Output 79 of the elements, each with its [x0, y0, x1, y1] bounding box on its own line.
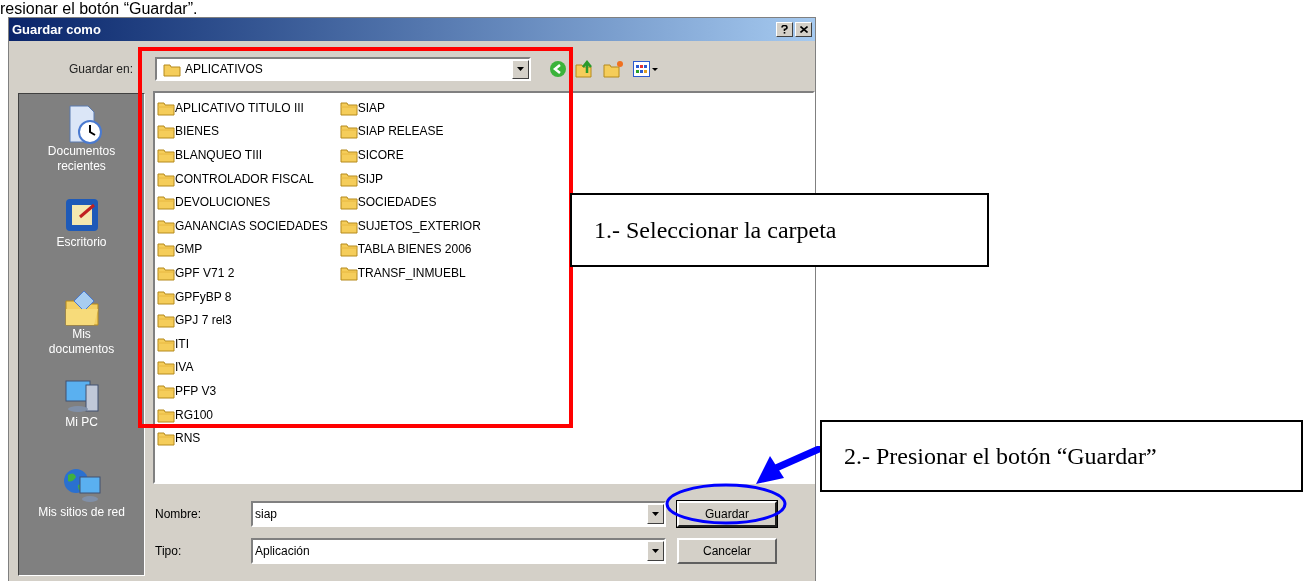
folder-name[interactable]: GMP: [175, 240, 203, 259]
location-dropdown[interactable]: APLICATIVOS: [155, 57, 531, 81]
folder-name[interactable]: SIJP: [357, 169, 384, 188]
folder-icon: [157, 147, 175, 163]
folder-name[interactable]: ITI: [175, 334, 189, 353]
help-icon: [781, 25, 788, 34]
folder-name[interactable]: APLICATIVO TITULO III: [175, 98, 304, 117]
folder-icon: [157, 194, 175, 211]
filetype-value: Aplicación: [254, 543, 311, 560]
folder-name[interactable]: SIAP: [357, 98, 386, 117]
folder-icon: [157, 335, 175, 352]
folder-name[interactable]: RG100: [175, 405, 214, 424]
folder-name[interactable]: GANANCIAS SOCIEDADES: [175, 216, 328, 235]
folder-icon: [157, 99, 175, 116]
folder-icon: [339, 147, 358, 163]
folder-name[interactable]: BLANQUEO TIII: [175, 146, 263, 164]
folder-name[interactable]: IVA: [175, 358, 194, 377]
folder-name[interactable]: CONTROLADOR FISCAL: [175, 169, 314, 188]
location-label: Guardar en:: [67, 61, 134, 78]
folder-icon: [157, 406, 175, 423]
caret-icon: [652, 549, 659, 553]
filename-field[interactable]: siap: [251, 501, 666, 527]
filetype-label: Tipo:: [154, 543, 183, 560]
document-text: resionar el botón “Guardar”.: [0, 0, 198, 17]
window-title: Guardar como: [12, 20, 101, 39]
folder-icon: [157, 241, 175, 258]
folder-icon: [157, 312, 175, 329]
pointer-arrow: [754, 446, 822, 486]
callout-box: 2.- Presionar el botón “Guardar”: [820, 420, 1303, 492]
folder-icon: [157, 359, 175, 376]
folder-icon: [163, 61, 181, 77]
place-item[interactable]: Mis documentos: [26, 287, 137, 357]
caret-icon: [652, 512, 659, 516]
folder-icon: [339, 264, 358, 281]
place-item[interactable]: Mis sitios de red: [26, 465, 137, 520]
help-button[interactable]: [776, 22, 793, 37]
folder-icon: [339, 241, 358, 258]
place-item[interactable]: Documentos recientes: [26, 104, 137, 174]
cancel-button[interactable]: Cancelar: [677, 538, 777, 564]
dropdown-button[interactable]: [512, 59, 529, 79]
location-value: APLICATIVOS: [185, 61, 264, 78]
folder-name[interactable]: GPJ 7 rel3: [175, 311, 232, 330]
folder-icon: [157, 217, 175, 234]
folder-name[interactable]: RNS: [175, 429, 201, 448]
place-item[interactable]: Escritorio: [26, 195, 137, 250]
filename-label: Nombre:: [154, 506, 202, 523]
folder-icon: [157, 170, 175, 187]
place-item[interactable]: Mi PC: [26, 375, 137, 430]
folder-name[interactable]: PFP V3: [175, 381, 217, 400]
folder-name[interactable]: BIENES: [175, 122, 219, 141]
folder-icon: [339, 123, 358, 140]
view-menu-icon[interactable]: [633, 61, 659, 77]
folder-icon: [157, 264, 175, 281]
folder-icon: [339, 170, 358, 187]
folder-name[interactable]: SOCIEDADES: [357, 193, 437, 212]
back-icon[interactable]: [549, 60, 567, 78]
dropdown-button[interactable]: [647, 541, 664, 561]
folder-name[interactable]: TABLA BIENES 2006: [357, 240, 472, 259]
callout-box: 1.- Seleccionar la carpeta: [570, 193, 989, 267]
folder-icon: [339, 99, 358, 116]
folder-icon: [339, 194, 358, 211]
filename-value: siap: [254, 506, 278, 523]
dropdown-button[interactable]: [647, 504, 664, 524]
folder-icon: [157, 430, 175, 447]
folder-name[interactable]: GPFyBP 8: [175, 287, 232, 306]
folder-name[interactable]: GPF V71 2: [175, 263, 235, 282]
filetype-dropdown[interactable]: Aplicación: [251, 538, 666, 564]
folder-icon: [157, 288, 175, 305]
folder-icon: [157, 382, 175, 399]
folder-name[interactable]: SICORE: [357, 146, 404, 164]
folder-name[interactable]: SIAP RELEASE: [357, 122, 444, 141]
folder-name[interactable]: TRANSF_INMUEBL: [357, 263, 466, 282]
folder-name[interactable]: DEVOLUCIONES: [175, 193, 271, 212]
folder-name[interactable]: SUJETOS_EXTERIOR: [357, 216, 481, 235]
close-button[interactable]: [795, 22, 812, 37]
close-icon: [799, 26, 808, 33]
folder-icon: [339, 217, 358, 234]
caret-icon: [517, 67, 524, 71]
folder-icon: [157, 123, 175, 140]
